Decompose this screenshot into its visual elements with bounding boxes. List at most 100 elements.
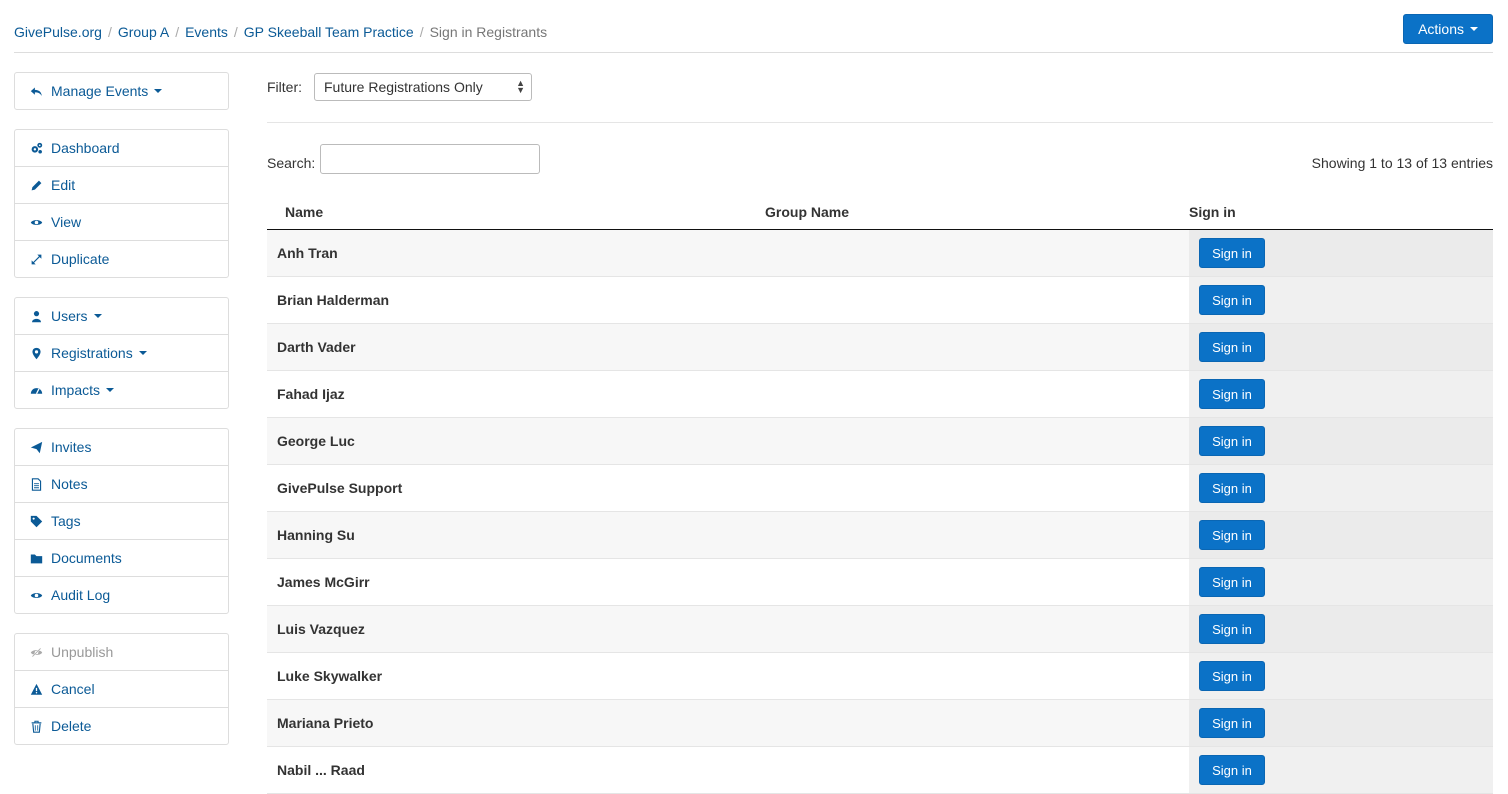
eye-slash-icon — [29, 645, 43, 659]
sign-in-cell: Sign in — [1189, 230, 1493, 276]
filter-select[interactable]: Future Registrations Only ▲ ▼ — [314, 73, 532, 101]
column-header-sign-in[interactable]: Sign in — [1189, 204, 1489, 220]
sign-in-cell: Sign in — [1189, 653, 1493, 699]
sidebar-item-dashboard[interactable]: Dashboard — [15, 130, 228, 166]
caret-down-icon — [106, 388, 115, 392]
breadcrumb-separator: / — [233, 24, 238, 40]
table-row: Darth Vader Sign in — [267, 324, 1493, 371]
sign-in-cell: Sign in — [1189, 747, 1493, 793]
table-row: Anh Tran Sign in — [267, 230, 1493, 277]
registrant-name: Darth Vader — [277, 339, 356, 355]
breadcrumb-givepulse[interactable]: GivePulse.org — [14, 24, 102, 40]
sidebar-item-label: Manage Events — [51, 83, 149, 99]
sidebar-item-audit-log[interactable]: Audit Log — [15, 576, 228, 613]
sidebar-item-label: Documents — [51, 550, 122, 566]
sidebar-group-status: Unpublish Cancel Delete — [14, 633, 229, 745]
eye-icon — [29, 588, 43, 602]
breadcrumb-group[interactable]: Group A — [118, 24, 169, 40]
sign-in-button[interactable]: Sign in — [1199, 285, 1265, 315]
sign-in-button[interactable]: Sign in — [1199, 614, 1265, 644]
cogs-icon — [29, 141, 43, 155]
sign-in-button[interactable]: Sign in — [1199, 520, 1265, 550]
search-input[interactable] — [320, 144, 540, 174]
main-content: Filter: Future Registrations Only ▲ ▼ Sea… — [267, 72, 1493, 794]
table-row: James McGirr Sign in — [267, 559, 1493, 606]
table-row: GivePulse Support Sign in — [267, 465, 1493, 512]
sign-in-button[interactable]: Sign in — [1199, 708, 1265, 738]
sign-in-button[interactable]: Sign in — [1199, 379, 1265, 409]
sign-in-button[interactable]: Sign in — [1199, 426, 1265, 456]
table-body: Anh Tran Sign in Brian Halderman Sign in Dar… — [267, 230, 1493, 794]
filter-row: Filter: Future Registrations Only ▲ ▼ — [267, 72, 1493, 102]
caret-down-icon — [93, 314, 102, 318]
sidebar-item-label: Dashboard — [51, 140, 120, 156]
search-label: Search: — [267, 155, 316, 171]
sign-in-cell: Sign in — [1189, 418, 1493, 464]
sign-in-button[interactable]: Sign in — [1199, 661, 1265, 691]
sidebar-item-documents[interactable]: Documents — [15, 539, 228, 576]
sign-in-cell: Sign in — [1189, 324, 1493, 370]
sidebar-item-label: Audit Log — [51, 587, 111, 603]
expand-icon — [29, 252, 43, 266]
breadcrumb-separator: / — [107, 24, 112, 40]
search-row: Search: Showing 1 to 13 of 13 entries — [267, 144, 1493, 194]
registrant-name: Anh Tran — [277, 245, 338, 261]
breadcrumb-event[interactable]: GP Skeeball Team Practice — [244, 24, 414, 40]
trash-icon — [29, 719, 43, 733]
sidebar-group-event: Dashboard Edit View Duplicate — [14, 129, 229, 278]
sign-in-button[interactable]: Sign in — [1199, 238, 1265, 268]
column-header-name[interactable]: Name — [267, 204, 765, 220]
sidebar-item-manage-events[interactable]: Manage Events — [15, 73, 228, 109]
sidebar-item-notes[interactable]: Notes — [15, 465, 228, 502]
sidebar-item-view[interactable]: View — [15, 203, 228, 240]
sign-in-button[interactable]: Sign in — [1199, 473, 1265, 503]
table-row: Luke Skywalker Sign in — [267, 653, 1493, 700]
sign-in-button[interactable]: Sign in — [1199, 332, 1265, 362]
sign-in-cell: Sign in — [1189, 371, 1493, 417]
sign-in-cell: Sign in — [1189, 277, 1493, 323]
sidebar-item-label: Unpublish — [51, 644, 114, 660]
breadcrumb-current: Sign in Registrants — [429, 24, 548, 40]
actions-label: Actions — [1418, 21, 1464, 37]
registrant-name: James McGirr — [277, 574, 370, 590]
registrant-name: Fahad Ijaz — [277, 386, 345, 402]
sidebar-item-label: Users — [51, 308, 88, 324]
sidebar-item-duplicate[interactable]: Duplicate — [15, 240, 228, 277]
sidebar: Manage Events Dashboard Edit View Duplic… — [14, 72, 229, 764]
table-row: Nabil ... Raad Sign in — [267, 747, 1493, 794]
sidebar-item-users[interactable]: Users — [15, 298, 228, 334]
filter-label: Filter: — [267, 79, 302, 95]
tag-icon — [29, 514, 43, 528]
sidebar-item-label: Invites — [51, 439, 92, 455]
sign-in-cell: Sign in — [1189, 512, 1493, 558]
breadcrumb-separator: / — [419, 24, 424, 40]
sidebar-item-registrations[interactable]: Registrations — [15, 334, 228, 371]
sign-in-button[interactable]: Sign in — [1199, 755, 1265, 785]
sign-in-button[interactable]: Sign in — [1199, 567, 1265, 597]
caret-down-icon — [138, 351, 147, 355]
folder-icon — [29, 551, 43, 565]
sidebar-item-label: Delete — [51, 718, 92, 734]
sidebar-item-label: Duplicate — [51, 251, 110, 267]
sidebar-item-tags[interactable]: Tags — [15, 502, 228, 539]
table-row: Hanning Su Sign in — [267, 512, 1493, 559]
sidebar-item-delete[interactable]: Delete — [15, 707, 228, 744]
registrant-name: George Luc — [277, 433, 355, 449]
registrants-table: Name Group Name Sign in Anh Tran Sign in B… — [267, 194, 1493, 794]
table-row: Fahad Ijaz Sign in — [267, 371, 1493, 418]
sidebar-item-edit[interactable]: Edit — [15, 166, 228, 203]
sidebar-item-unpublish[interactable]: Unpublish — [15, 634, 228, 670]
column-header-group-name[interactable]: Group Name — [765, 204, 1189, 220]
registrant-name: Mariana Prieto — [277, 715, 374, 731]
caret-down-icon — [1470, 27, 1478, 31]
divider — [267, 122, 1493, 123]
table-row: Luis Vazquez Sign in — [267, 606, 1493, 653]
registrant-name: Luis Vazquez — [277, 621, 365, 637]
sidebar-item-cancel[interactable]: Cancel — [15, 670, 228, 707]
actions-button[interactable]: Actions — [1403, 14, 1493, 44]
breadcrumb-events[interactable]: Events — [185, 24, 228, 40]
sidebar-item-impacts[interactable]: Impacts — [15, 371, 228, 408]
registrant-name: Nabil ... Raad — [277, 762, 365, 778]
sidebar-item-label: Tags — [51, 513, 81, 529]
sidebar-item-invites[interactable]: Invites — [15, 429, 228, 465]
